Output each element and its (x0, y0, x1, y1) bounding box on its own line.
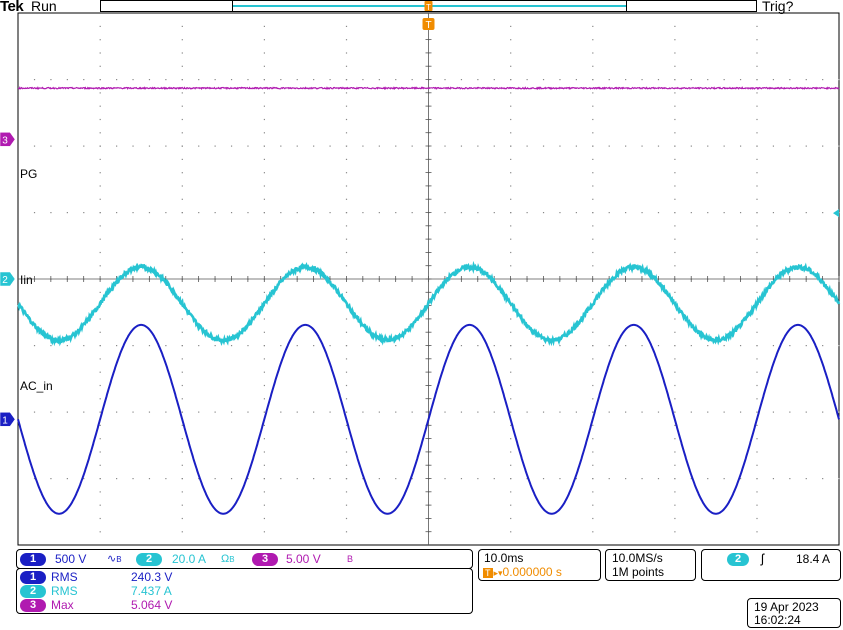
ch1-bandwidth-limit-icon: ∿B (107, 553, 122, 565)
arrow-right-icon: ▸▾ (493, 568, 503, 578)
ch1-badge[interactable]: 1 (20, 553, 46, 566)
svg-text:1: 1 (2, 415, 8, 426)
trigger-source-badge[interactable]: 2 (727, 553, 749, 566)
acquisition-panel[interactable]: 10.0MS/s 1M points (605, 549, 696, 581)
svg-text:2: 2 (2, 275, 8, 286)
ch2-trace-label: Iin (20, 273, 33, 287)
meas3-type: Max (51, 598, 74, 612)
meas1-badge[interactable]: 1 (20, 571, 46, 584)
ch3-ground-marker[interactable]: 3 (0, 132, 16, 147)
meas1-value: 240.3 V (131, 570, 173, 584)
time: 16:02:24 (754, 613, 801, 627)
graticule (17, 12, 840, 546)
channel-scale-panel[interactable]: 1 500 V ∿B 2 20.0 A ΩB 3 5.00 V B (16, 549, 473, 569)
record-trigger-marker: T (424, 1, 433, 12)
trigger-position-marker[interactable]: T (422, 18, 435, 31)
ch1-scale: 500 V (55, 552, 87, 566)
channel-markers: 3 2 1 TT (0, 1, 839, 427)
scope-display: 3 2 1 TT (0, 1, 841, 546)
measurement-panel[interactable]: 1 RMS 240.3 V 2 RMS 7.437 A 3 Max 5.064 … (16, 568, 473, 614)
ch3-badge[interactable]: 3 (252, 553, 278, 566)
time-per-div: 10.0ms (484, 551, 524, 565)
meas3-value: 5.064 V (131, 598, 173, 612)
meas2-value: 7.437 A (131, 584, 172, 598)
ch2-badge[interactable]: 2 (136, 553, 162, 566)
meas2-type: RMS (51, 584, 78, 598)
ch3-trace-label: PG (20, 167, 38, 181)
ch2-ground-marker[interactable]: 2 (0, 271, 16, 287)
ch1-trace-label: AC_in (20, 379, 53, 393)
ch3-scale: 5.00 V (286, 552, 321, 566)
horizontal-panel[interactable]: 10.0ms T ▸▾0.000000 s (478, 549, 601, 581)
trigger-position-value: 0.000000 s (502, 565, 562, 579)
sample-rate: 10.0MS/s (612, 551, 663, 565)
svg-text:T: T (425, 20, 431, 31)
datetime-panel: 19 Apr 2023 16:02:24 (747, 598, 841, 628)
ch1-ground-marker[interactable]: 1 (0, 412, 16, 427)
trigger-panel[interactable]: 2 ʃ 18.4 A (701, 549, 841, 581)
meas2-badge[interactable]: 2 (20, 585, 46, 598)
svg-text:3: 3 (2, 135, 8, 146)
meas1-type: RMS (51, 570, 78, 584)
meas3-badge[interactable]: 3 (20, 599, 46, 612)
rising-edge-icon: ʃ (761, 551, 764, 566)
trigger-marker-icon: T (483, 568, 493, 578)
ch3-bandwidth-limit-icon: B (347, 554, 354, 564)
trigger-level-arrow-icon[interactable] (833, 209, 839, 218)
trace-pg (17, 85, 840, 91)
record-length: 1M points (612, 565, 665, 579)
trigger-level: 18.4 A (796, 552, 831, 566)
trigger-position: T ▸▾0.000000 s (483, 565, 562, 580)
ch2-scale: 20.0 A (172, 552, 207, 566)
svg-text:T: T (426, 3, 431, 12)
date: 19 Apr 2023 (754, 600, 819, 614)
ch2-termination-icon: ΩB (221, 553, 235, 565)
